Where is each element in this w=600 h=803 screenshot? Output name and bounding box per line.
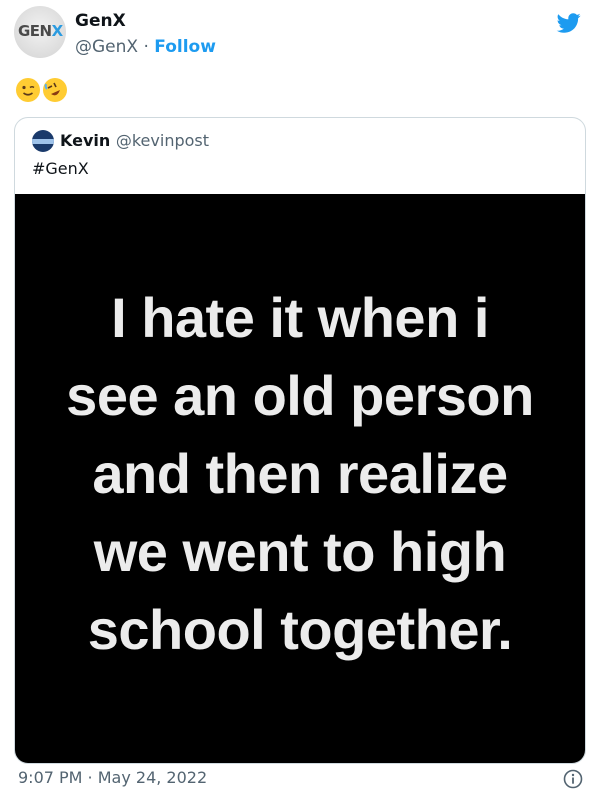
quoted-author-avatar[interactable] — [32, 130, 54, 152]
quoted-tweet-text[interactable]: #GenX — [32, 159, 89, 178]
quoted-author-handle[interactable]: @kevinpost — [116, 131, 209, 150]
author-display-name[interactable]: GenX — [75, 11, 126, 31]
tweet-timestamp[interactable]: 9:07 PM · May 24, 2022 — [18, 768, 207, 787]
quoted-author-line: Kevin @kevinpost — [60, 131, 209, 150]
rolling-on-the-floor-laughing-icon — [43, 78, 67, 102]
image-caption-line: and then realize — [92, 442, 508, 505]
quoted-author-display-name[interactable]: Kevin — [60, 131, 110, 150]
image-caption: I hate it when i see an old person and t… — [15, 279, 585, 669]
quoted-tweet-card[interactable]: Kevin @kevinpost #GenX I hate it when i … — [14, 117, 586, 764]
info-icon[interactable] — [563, 769, 583, 789]
winking-face-icon — [16, 78, 40, 102]
author-avatar[interactable]: GENX — [14, 6, 66, 58]
image-caption-line: I hate it when i — [111, 286, 489, 349]
quoted-tweet-image[interactable]: I hate it when i see an old person and t… — [15, 194, 585, 763]
author-handle[interactable]: @GenX — [75, 37, 138, 57]
twitter-bird-icon[interactable] — [555, 11, 583, 35]
image-caption-line: we went to high — [93, 520, 507, 583]
image-caption-line: see an old person — [66, 364, 534, 427]
author-handle-line: @GenX · Follow — [75, 37, 216, 57]
follow-link[interactable]: Follow — [154, 37, 216, 57]
avatar-logo: GENX — [18, 22, 63, 40]
tweet-embed: GENX GenX @GenX · Follow Kevin @kevinpos… — [0, 0, 600, 803]
tweet-text — [16, 77, 70, 103]
image-caption-line: school together. — [87, 598, 513, 661]
handle-separator: · — [138, 37, 155, 57]
